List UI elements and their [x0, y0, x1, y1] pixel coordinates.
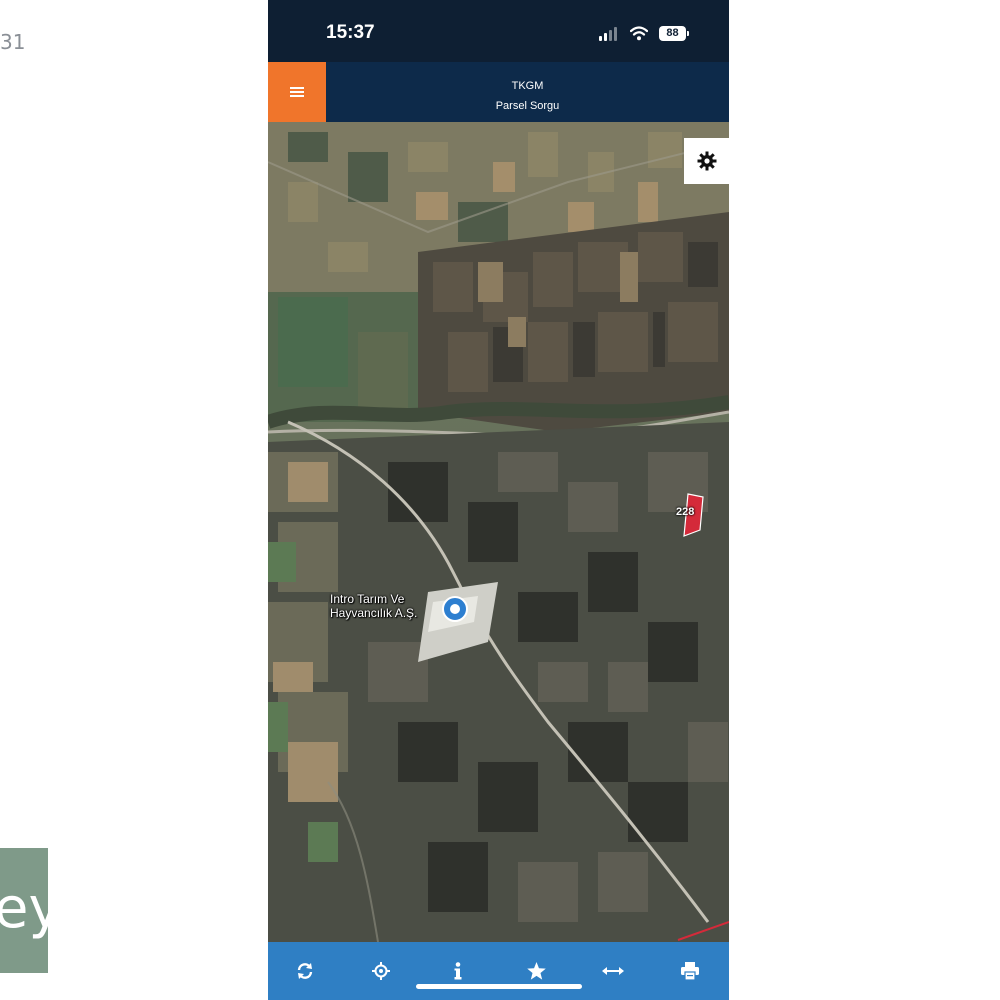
place-label-line1: Intro Tarım Ve	[330, 592, 405, 606]
refresh-icon	[297, 963, 313, 979]
gear-icon	[697, 151, 716, 171]
favorite-button[interactable]	[521, 958, 551, 984]
measure-icon	[602, 967, 624, 975]
screenshot-page: 31 ey 15:37 88 TKGM Parsel Sorgu Intro T…	[0, 0, 1000, 1000]
phone-screen: 15:37 88 TKGM Parsel Sorgu Intro Tarım V…	[268, 0, 729, 1000]
info-icon	[454, 962, 462, 980]
header-title-line1: TKGM	[511, 80, 544, 92]
settings-button[interactable]	[684, 138, 729, 184]
left-edge-text: 31	[0, 30, 26, 54]
hamburger-icon	[290, 87, 304, 97]
place-label: Intro Tarım Ve Hayvancılık A.Ş.	[330, 592, 417, 620]
measure-button[interactable]	[598, 958, 628, 984]
print-button[interactable]	[675, 958, 705, 984]
left-logo-text: ey	[0, 876, 48, 941]
refresh-button[interactable]	[290, 958, 320, 984]
home-indicator[interactable]	[416, 984, 582, 989]
satellite-map[interactable]: Intro Tarım Ve Hayvancılık A.Ş. 228	[268, 122, 729, 942]
status-bar: 15:37 88	[268, 0, 729, 62]
locate-icon	[372, 962, 390, 980]
battery-icon: 88	[659, 26, 689, 41]
header-title: TKGM Parsel Sorgu	[326, 62, 729, 122]
signal-icon	[599, 27, 621, 41]
bottom-toolbar	[268, 942, 729, 1000]
place-label-line2: Hayvancılık A.Ş.	[330, 606, 418, 620]
location-pin-icon[interactable]	[442, 596, 468, 622]
star-icon	[526, 962, 546, 980]
print-icon	[681, 962, 699, 980]
parcel-label[interactable]: 228	[676, 506, 694, 518]
header-title-line2: Parsel Sorgu	[495, 100, 560, 112]
left-edge-logo: ey	[0, 848, 48, 973]
menu-button[interactable]	[268, 62, 326, 122]
status-time: 15:37	[326, 22, 375, 43]
app-header: TKGM Parsel Sorgu	[268, 62, 729, 122]
map-imagery	[268, 122, 729, 942]
wifi-icon	[630, 26, 648, 41]
info-button[interactable]	[443, 958, 473, 984]
locate-button[interactable]	[366, 958, 396, 984]
